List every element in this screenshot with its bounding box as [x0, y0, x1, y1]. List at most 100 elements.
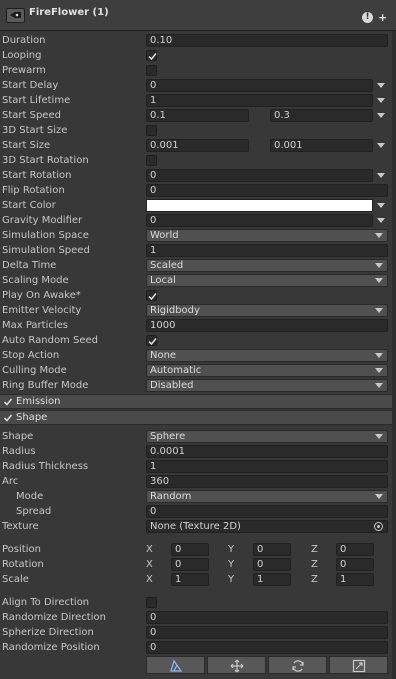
start-speed-min-field[interactable]: 0.1	[146, 109, 249, 122]
add-icon[interactable]: +	[378, 12, 387, 23]
particle-system-icon	[10, 12, 21, 18]
duration-field[interactable]: 0.10	[146, 34, 388, 47]
stop-action-dropdown[interactable]: None	[146, 349, 388, 362]
curve-mode-dropdown-icon[interactable]	[377, 98, 385, 103]
emission-module-label: Emission	[16, 396, 61, 407]
collapse-toggle[interactable]	[6, 8, 25, 23]
position-x-field[interactable]: 0	[171, 543, 209, 556]
auto-random-seed-row: Auto Random Seed	[0, 333, 396, 348]
culling-mode-dropdown[interactable]: Automatic	[146, 364, 388, 377]
stop-action-label: Stop Action	[2, 350, 60, 361]
3d-start-size-row: 3D Start Size	[0, 123, 396, 138]
randomize-direction-field[interactable]: 0	[146, 611, 388, 624]
scale-shape-button[interactable]	[329, 656, 388, 674]
delta-time-dropdown[interactable]: Scaled	[146, 259, 388, 272]
arc-field[interactable]: 360	[146, 475, 388, 488]
start-speed-max-field[interactable]: 0.3	[270, 109, 373, 122]
rotation-x-field[interactable]: 0	[171, 558, 209, 571]
scale-x-label: X	[146, 574, 153, 585]
emitter-velocity-dropdown[interactable]: Rigidbody	[146, 304, 388, 317]
3d-start-rotation-checkbox[interactable]	[146, 155, 157, 166]
curve-mode-dropdown-icon[interactable]	[377, 218, 385, 223]
start-size-min-field[interactable]: 0.001	[146, 139, 249, 152]
scaling-mode-dropdown[interactable]: Local	[146, 274, 388, 287]
rotation-y-field[interactable]: 0	[253, 558, 291, 571]
rotate-shape-button[interactable]	[268, 656, 327, 674]
texture-object-field[interactable]: None (Texture 2D)	[146, 520, 388, 533]
checkmark-icon[interactable]	[3, 413, 13, 423]
emission-module-header[interactable]: Emission	[0, 394, 392, 409]
scale-z-field[interactable]: 1	[336, 573, 374, 586]
position-z-label: Z	[311, 544, 318, 555]
start-delay-row: Start Delay 0	[0, 78, 396, 93]
shape-module-header[interactable]: Shape	[0, 410, 392, 425]
radius-thickness-field[interactable]: 1	[146, 460, 388, 473]
radius-label: Radius	[2, 446, 36, 457]
start-rotation-label: Start Rotation	[2, 170, 72, 181]
3d-start-size-checkbox[interactable]	[146, 125, 157, 136]
shape-type-row: Shape Sphere	[0, 429, 396, 444]
start-lifetime-row: Start Lifetime 1	[0, 93, 396, 108]
simulation-space-dropdown[interactable]: World	[146, 229, 388, 242]
gravity-modifier-field[interactable]: 0	[146, 214, 373, 227]
curve-mode-dropdown-icon[interactable]	[377, 173, 385, 178]
position-y-field[interactable]: 0	[253, 543, 291, 556]
arc-mode-label: Mode	[16, 491, 44, 502]
stop-action-value: None	[150, 350, 177, 361]
shape-type-dropdown[interactable]: Sphere	[146, 430, 388, 443]
arc-spread-field[interactable]: 0	[146, 505, 388, 518]
checkmark-icon	[148, 293, 157, 301]
rotation-z-label: Z	[311, 559, 318, 570]
rotation-z-field[interactable]: 0	[336, 558, 374, 571]
randomize-position-label: Randomize Position	[2, 642, 100, 653]
duration-row: Duration 0.10	[0, 33, 396, 48]
max-particles-field[interactable]: 1000	[146, 319, 388, 332]
start-size-max-field[interactable]: 0.001	[270, 139, 373, 152]
radius-field[interactable]: 0.0001	[146, 445, 388, 458]
delta-time-row: Delta Time Scaled	[0, 258, 396, 273]
max-particles-row: Max Particles 1000	[0, 318, 396, 333]
prewarm-checkbox[interactable]	[146, 65, 157, 76]
shape-edit-toolbar	[146, 656, 388, 674]
simulation-speed-field[interactable]: 1	[146, 244, 388, 257]
ring-buffer-mode-dropdown[interactable]: Disabled	[146, 379, 388, 392]
curve-mode-dropdown-icon[interactable]	[377, 143, 385, 148]
position-row: Position X 0 Y 0 Z 0	[0, 542, 396, 557]
help-icon[interactable]: !	[362, 12, 373, 23]
ring-buffer-mode-label: Ring Buffer Mode	[2, 380, 89, 391]
3d-start-rotation-row: 3D Start Rotation	[0, 153, 396, 168]
color-mode-dropdown-icon[interactable]	[377, 203, 385, 208]
edit-shape-button[interactable]	[146, 656, 205, 674]
start-lifetime-field[interactable]: 1	[146, 94, 373, 107]
randomize-position-row: Randomize Position 0	[0, 640, 396, 655]
move-shape-button[interactable]	[207, 656, 266, 674]
3d-start-size-label: 3D Start Size	[2, 125, 68, 136]
curve-mode-dropdown-icon[interactable]	[377, 83, 385, 88]
looping-checkbox[interactable]	[146, 50, 157, 61]
simulation-space-value: World	[150, 230, 179, 241]
position-label: Position	[2, 544, 41, 555]
start-rotation-field[interactable]: 0	[146, 169, 373, 182]
start-color-label: Start Color	[2, 200, 56, 211]
randomize-position-field[interactable]: 0	[146, 641, 388, 654]
inspector-scrollbar[interactable]	[392, 31, 396, 679]
start-color-swatch[interactable]	[146, 199, 373, 212]
position-z-field[interactable]: 0	[336, 543, 374, 556]
flip-rotation-field[interactable]: 0	[146, 184, 388, 197]
checkmark-icon[interactable]	[3, 397, 13, 407]
arc-mode-dropdown[interactable]: Random	[146, 490, 388, 503]
start-delay-field[interactable]: 0	[146, 79, 373, 92]
object-picker-icon[interactable]	[374, 522, 383, 531]
start-size-label: Start Size	[2, 140, 51, 151]
play-on-awake-checkbox[interactable]	[146, 290, 157, 301]
auto-random-seed-checkbox[interactable]	[146, 335, 157, 346]
spherize-direction-field[interactable]: 0	[146, 626, 388, 639]
scale-y-field[interactable]: 1	[253, 573, 291, 586]
play-on-awake-label: Play On Awake*	[2, 290, 81, 301]
scaling-mode-row: Scaling Mode Local	[0, 273, 396, 288]
scale-x-field[interactable]: 1	[171, 573, 209, 586]
align-to-direction-checkbox[interactable]	[146, 597, 157, 608]
curve-mode-dropdown-icon[interactable]	[377, 113, 385, 118]
radius-row: Radius 0.0001	[0, 444, 396, 459]
emitter-velocity-label: Emitter Velocity	[2, 305, 82, 316]
